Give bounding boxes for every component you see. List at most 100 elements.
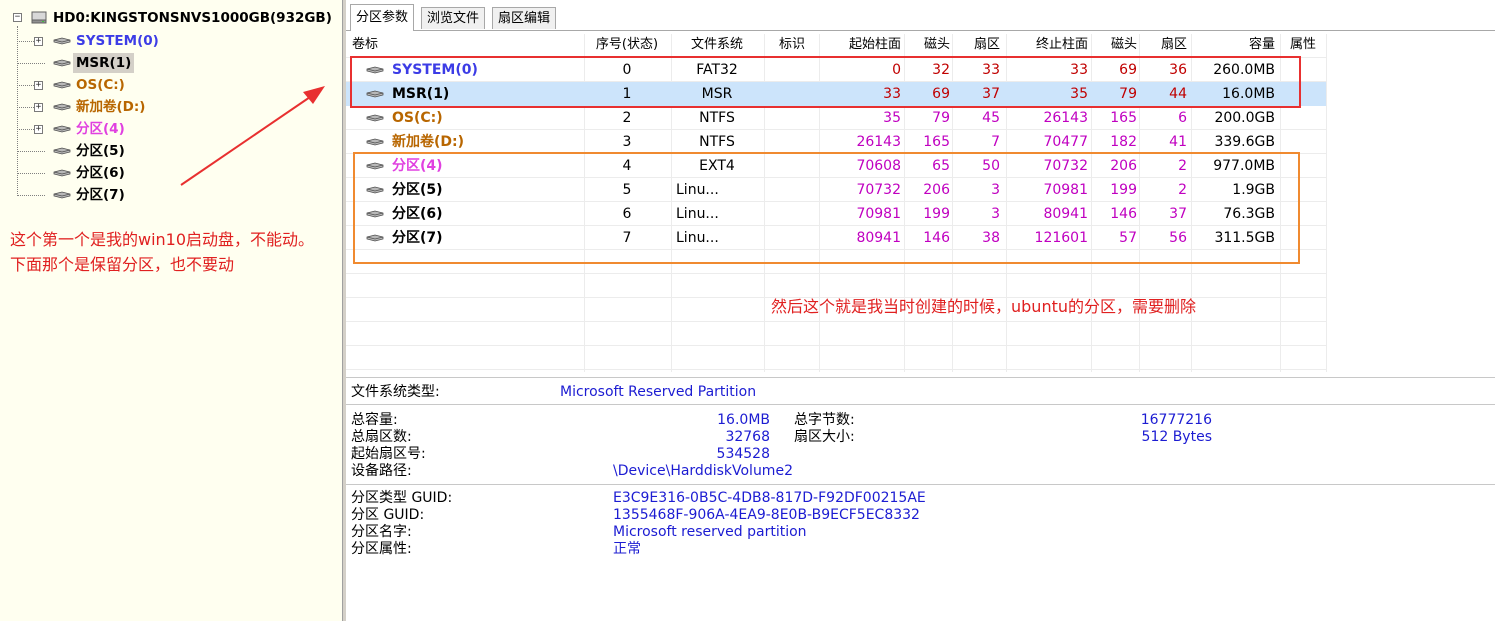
device-path-label: 设备路径:	[351, 463, 412, 479]
tab-sector-edit[interactable]: 扇区编辑	[492, 7, 557, 29]
cell-start-cylinder: 80941	[856, 230, 901, 246]
tree-item-label[interactable]: 新加卷(D:)	[76, 97, 145, 117]
tree-line	[17, 63, 45, 64]
total-capacity-value: 16.0MB	[717, 412, 770, 428]
sector-size-value: 512 Bytes	[1141, 429, 1212, 445]
tree-item-label[interactable]: OS(C:)	[76, 75, 125, 95]
cell-capacity: 311.5GB	[1214, 230, 1275, 246]
col-header-start-cylinder[interactable]: 起始柱面	[819, 34, 901, 56]
cell-end-sector: 2	[1178, 158, 1187, 174]
col-header-start-head[interactable]: 磁头	[904, 34, 950, 56]
table-row[interactable]: 分区(4) 4 EXT4 70608 65 50 70732 206 2 977.0MB	[346, 154, 1326, 178]
partition-tree-pane: − HD0:KINGSTONSNVS1000GB(932GB) + SYSTEM(…	[0, 0, 343, 621]
col-header-index[interactable]: 序号(状态)	[584, 34, 670, 56]
partition-disk-icon	[366, 234, 384, 242]
cell-label: 分区(7)	[392, 230, 443, 246]
table-row[interactable]: SYSTEM(0) 0 FAT32 0 32 33 33 69 36 260.0MB	[346, 58, 1326, 82]
cell-start-head: 199	[923, 206, 950, 222]
cell-start-cylinder: 70608	[856, 158, 901, 174]
cell-end-cylinder: 121601	[1034, 230, 1088, 246]
col-header-attribute[interactable]: 属性	[1290, 34, 1330, 56]
partition-disk-icon	[366, 114, 384, 122]
grid-line	[346, 345, 1326, 346]
cell-capacity: 260.0MB	[1213, 62, 1275, 78]
cell-end-cylinder: 35	[1070, 86, 1088, 102]
type-guid-label: 分区类型 GUID:	[351, 490, 453, 506]
col-header-filesystem[interactable]: 文件系统	[671, 34, 763, 56]
details-divider	[346, 377, 1495, 378]
annotation-left-line2: 下面那个是保留分区，也不要动	[10, 255, 235, 274]
cell-label: 新加卷(D:)	[392, 134, 465, 150]
cell-start-sector: 7	[991, 134, 1000, 150]
partition-name-label: 分区名字:	[351, 524, 412, 540]
start-sector-label: 起始扇区号:	[351, 446, 426, 462]
total-capacity-label: 总容量:	[351, 412, 398, 428]
col-header-capacity[interactable]: 容量	[1191, 34, 1275, 56]
grid-line	[346, 369, 1326, 370]
tree-item-label[interactable]: SYSTEM(0)	[76, 31, 159, 51]
table-row[interactable]: MSR(1) 1 MSR 33 69 37 35 79 44 16.0MB	[346, 82, 1326, 106]
cell-index: 7	[622, 230, 632, 246]
partition-disk-icon	[53, 169, 71, 177]
partition-disk-icon	[366, 90, 384, 98]
tree-line	[17, 26, 18, 196]
cell-filesystem: FAT32	[696, 62, 738, 78]
table-row[interactable]: OS(C:) 2 NTFS 35 79 45 26143 165 6 200.0GB	[346, 106, 1326, 130]
tree-item-label[interactable]: 分区(5)	[76, 141, 125, 161]
table-row[interactable]: 分区(5) 5 Linu... 70732 206 3 70981 199 2 1.9GB	[346, 178, 1326, 202]
expand-toggle[interactable]: +	[34, 125, 43, 134]
partition-name-value: Microsoft reserved partition	[613, 524, 807, 540]
col-header-label[interactable]: 卷标	[352, 34, 442, 56]
cell-label: MSR(1)	[392, 86, 450, 102]
col-header-end-cylinder[interactable]: 终止柱面	[1006, 34, 1088, 56]
cell-end-sector: 2	[1178, 182, 1187, 198]
collapse-toggle[interactable]: −	[13, 13, 22, 22]
total-sectors-label: 总扇区数:	[351, 429, 412, 445]
grid-line	[346, 273, 1326, 274]
tab-browse-files[interactable]: 浏览文件	[421, 7, 486, 29]
table-row[interactable]: 分区(7) 7 Linu... 80941 146 38 121601 57 56 311.5GB	[346, 226, 1326, 250]
type-guid-value: E3C9E316-0B5C-4DB8-817D-F92DF00215AE	[613, 490, 926, 506]
cell-start-cylinder: 70981	[856, 206, 901, 222]
cell-start-sector: 3	[991, 206, 1000, 222]
cell-end-sector: 56	[1169, 230, 1187, 246]
cell-end-sector: 36	[1169, 62, 1187, 78]
partition-disk-icon	[366, 210, 384, 218]
tree-line	[17, 107, 34, 108]
cell-start-head: 69	[932, 86, 950, 102]
cell-end-sector: 6	[1178, 110, 1187, 126]
tree-item-label[interactable]: 分区(7)	[76, 185, 125, 205]
table-row[interactable]: 新加卷(D:) 3 NTFS 26143 165 7 70477 182 41 339.6GB	[346, 130, 1326, 154]
cell-start-cylinder: 70732	[856, 182, 901, 198]
col-header-end-head[interactable]: 磁头	[1091, 34, 1137, 56]
expand-toggle[interactable]: +	[34, 81, 43, 90]
expand-toggle[interactable]: +	[34, 37, 43, 46]
cell-end-head: 69	[1119, 62, 1137, 78]
partition-guid-value: 1355468F-906A-4EA9-8E0B-B9ECF5EC8332	[613, 507, 920, 523]
table-row[interactable]: 分区(6) 6 Linu... 70981 199 3 80941 146 37 76.3GB	[346, 202, 1326, 226]
col-header-start-sector[interactable]: 扇区	[952, 34, 1000, 56]
tree-item-label[interactable]: MSR(1)	[73, 53, 135, 73]
tab-partition-params[interactable]: 分区参数	[350, 4, 415, 31]
fs-type-value: Microsoft Reserved Partition	[560, 384, 757, 400]
total-bytes-label: 总字节数:	[794, 412, 855, 428]
tree-disk-label[interactable]: HD0:KINGSTONSNVS1000GB(932GB)	[53, 8, 332, 28]
annotation-left-line1: 这个第一个是我的win10启动盘，不能动。	[10, 230, 315, 249]
partition-disk-icon	[53, 37, 71, 45]
sector-size-label: 扇区大小:	[794, 429, 855, 445]
cell-start-sector: 50	[982, 158, 1000, 174]
tree-item-label[interactable]: 分区(4)	[76, 119, 125, 139]
cell-end-head: 182	[1110, 134, 1137, 150]
cell-start-head: 79	[932, 110, 950, 126]
expand-toggle[interactable]: +	[34, 103, 43, 112]
tree-item-label[interactable]: 分区(6)	[76, 163, 125, 183]
col-header-id[interactable]: 标识	[764, 34, 820, 56]
cell-filesystem: Linu...	[676, 206, 719, 222]
col-header-end-sector[interactable]: 扇区	[1139, 34, 1187, 56]
cell-start-sector: 38	[982, 230, 1000, 246]
total-bytes-value: 16777216	[1140, 412, 1212, 428]
cell-index: 0	[622, 62, 632, 78]
total-sectors-value: 32768	[725, 429, 770, 445]
cell-index: 3	[622, 134, 632, 150]
partition-attr-value: 正常	[613, 541, 641, 557]
